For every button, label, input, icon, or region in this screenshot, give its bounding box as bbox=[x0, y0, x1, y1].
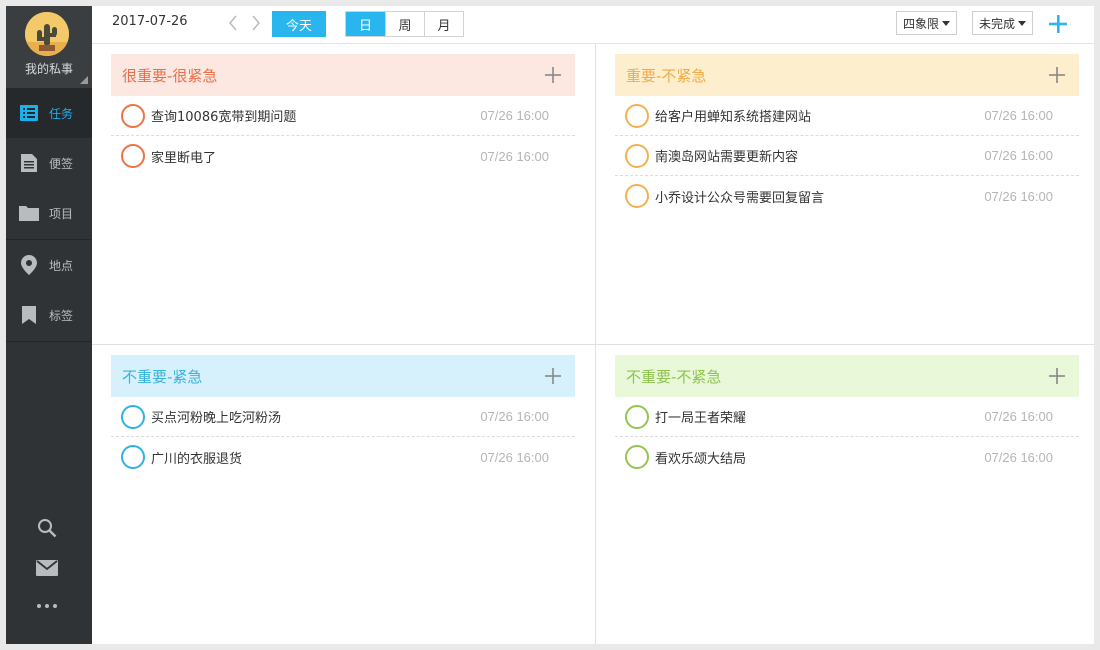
sidebar-item-label: 任务 bbox=[49, 106, 74, 121]
status-select-value: 未完成 bbox=[979, 16, 1016, 31]
next-day-button[interactable] bbox=[249, 13, 263, 33]
quadrant-header: 不重要-紧急 bbox=[111, 355, 575, 397]
toolbar: 2017-07-26 今天 日 周 月 四象限 未完成 bbox=[92, 6, 1094, 44]
sidebar-item-label: 便签 bbox=[49, 156, 74, 171]
task-row[interactable]: 查询10086宽带到期问题 07/26 16:00 bbox=[111, 96, 575, 136]
add-task-button[interactable] bbox=[1046, 12, 1070, 36]
folder-icon bbox=[18, 203, 40, 223]
task-title: 买点河粉晚上吃河粉汤 bbox=[151, 411, 282, 426]
status-select[interactable]: 未完成 bbox=[972, 11, 1034, 35]
quadrant-important-urgent: 很重要-很紧急 查询10086宽带到期问题 07/26 16:00 家里断电了 … bbox=[111, 54, 575, 176]
add-task-plus-icon[interactable] bbox=[1049, 368, 1065, 384]
quadrant-header: 重要-不紧急 bbox=[615, 54, 1079, 96]
sidebar: 我的私事 任务 便签 项目 地点 标签 bbox=[6, 6, 92, 644]
layout-select[interactable]: 四象限 bbox=[896, 11, 958, 35]
task-row[interactable]: 看欢乐颂大结局 07/26 16:00 bbox=[615, 437, 1079, 477]
task-time: 07/26 16:00 bbox=[480, 409, 549, 424]
caret-down-icon bbox=[1018, 20, 1027, 26]
quadrant-header: 不重要-不紧急 bbox=[615, 355, 1079, 397]
task-row[interactable]: 打一局王者荣耀 07/26 16:00 bbox=[615, 397, 1079, 437]
note-icon bbox=[18, 153, 40, 173]
quadrant-not-important-not-urgent: 不重要-不紧急 打一局王者荣耀 07/26 16:00 看欢乐颂大结局 07/2… bbox=[615, 355, 1079, 477]
task-time: 07/26 16:00 bbox=[984, 108, 1053, 123]
view-switcher: 日 周 月 bbox=[345, 11, 464, 37]
task-checkbox[interactable] bbox=[625, 445, 649, 469]
task-row[interactable]: 给客户用蝉知系统搭建网站 07/26 16:00 bbox=[615, 96, 1079, 136]
task-row[interactable]: 小乔设计公众号需要回复留言 07/26 16:00 bbox=[615, 176, 1079, 216]
view-month-button[interactable]: 月 bbox=[424, 12, 463, 36]
mail-icon[interactable] bbox=[33, 556, 61, 580]
task-title: 看欢乐颂大结局 bbox=[655, 451, 747, 467]
task-time: 07/26 16:00 bbox=[984, 148, 1053, 163]
chevron-right-icon bbox=[252, 15, 260, 31]
sidebar-item-tasks[interactable]: 任务 bbox=[6, 88, 92, 138]
sidebar-item-label: 项目 bbox=[49, 206, 74, 221]
task-title: 家里断电了 bbox=[151, 150, 217, 166]
sidebar-item-tags[interactable]: 标签 bbox=[6, 290, 92, 340]
quadrant-title: 不重要-紧急 bbox=[122, 367, 203, 386]
quadrant-important-not-urgent: 重要-不紧急 给客户用蝉知系统搭建网站 07/26 16:00 南澳岛网站需要更… bbox=[615, 54, 1079, 216]
location-pin-icon bbox=[18, 255, 40, 275]
add-task-plus-icon[interactable] bbox=[1049, 67, 1065, 83]
task-checkbox[interactable] bbox=[625, 404, 649, 429]
view-week-button[interactable]: 周 bbox=[385, 12, 424, 36]
quadrant-title: 重要-不紧急 bbox=[626, 66, 707, 85]
quadrant-title: 很重要-很紧急 bbox=[122, 66, 218, 85]
four-quadrant-board: 很重要-很紧急 查询10086宽带到期问题 07/26 16:00 家里断电了 … bbox=[92, 44, 1094, 644]
more-icon[interactable] bbox=[33, 594, 61, 618]
task-checkbox[interactable] bbox=[121, 404, 145, 429]
task-row[interactable]: 广川的衣服退货 07/26 16:00 bbox=[111, 437, 575, 477]
task-title: 小乔设计公众号需要回复留言 bbox=[655, 190, 825, 206]
task-time: 07/26 16:00 bbox=[984, 188, 1053, 204]
search-icon[interactable] bbox=[33, 516, 61, 540]
profile-dropdown-corner-icon bbox=[80, 76, 88, 84]
sidebar-item-label: 地点 bbox=[49, 258, 74, 273]
today-button[interactable]: 今天 bbox=[272, 11, 326, 37]
task-title: 给客户用蝉知系统搭建网站 bbox=[655, 110, 812, 125]
add-task-plus-icon[interactable] bbox=[545, 67, 561, 83]
sidebar-divider bbox=[6, 341, 92, 342]
quadrant-divider-horizontal bbox=[92, 344, 1094, 345]
task-row[interactable]: 南澳岛网站需要更新内容 07/26 16:00 bbox=[615, 136, 1079, 176]
sidebar-item-notes[interactable]: 便签 bbox=[6, 138, 92, 188]
sidebar-item-projects[interactable]: 项目 bbox=[6, 188, 92, 238]
task-checkbox[interactable] bbox=[121, 144, 145, 168]
task-row[interactable]: 买点河粉晚上吃河粉汤 07/26 16:00 bbox=[111, 397, 575, 437]
task-time: 07/26 16:00 bbox=[984, 409, 1053, 424]
current-date: 2017-07-26 bbox=[112, 14, 188, 29]
task-checkbox[interactable] bbox=[625, 143, 649, 168]
task-time: 07/26 16:00 bbox=[480, 108, 549, 123]
sidebar-item-label: 标签 bbox=[49, 308, 74, 323]
task-title: 南澳岛网站需要更新内容 bbox=[655, 150, 799, 165]
task-checkbox[interactable] bbox=[121, 445, 145, 469]
layout-select-value: 四象限 bbox=[903, 16, 940, 31]
task-list-icon bbox=[18, 103, 40, 123]
task-time: 07/26 16:00 bbox=[480, 449, 549, 465]
task-checkbox[interactable] bbox=[121, 103, 145, 128]
chevron-left-icon bbox=[229, 15, 237, 31]
task-title: 打一局王者荣耀 bbox=[655, 411, 747, 426]
task-time: 07/26 16:00 bbox=[984, 449, 1053, 465]
task-title: 查询10086宽带到期问题 bbox=[151, 110, 297, 125]
previous-day-button[interactable] bbox=[226, 13, 240, 33]
task-time: 07/26 16:00 bbox=[480, 148, 549, 164]
task-checkbox[interactable] bbox=[625, 184, 649, 208]
cactus-avatar-icon bbox=[25, 12, 69, 56]
profile-menu[interactable]: 我的私事 bbox=[6, 6, 92, 88]
quadrant-title: 不重要-不紧急 bbox=[626, 367, 722, 386]
task-row[interactable]: 家里断电了 07/26 16:00 bbox=[111, 136, 575, 176]
task-title: 广川的衣服退货 bbox=[151, 451, 243, 467]
add-task-plus-icon[interactable] bbox=[545, 368, 561, 384]
plus-icon bbox=[1049, 15, 1067, 33]
quadrant-header: 很重要-很紧急 bbox=[111, 54, 575, 96]
quadrant-not-important-urgent: 不重要-紧急 买点河粉晚上吃河粉汤 07/26 16:00 广川的衣服退货 07… bbox=[111, 355, 575, 477]
task-checkbox[interactable] bbox=[625, 103, 649, 128]
caret-down-icon bbox=[942, 20, 951, 26]
bookmark-icon bbox=[18, 305, 40, 325]
view-day-button[interactable]: 日 bbox=[346, 12, 385, 36]
sidebar-item-locations[interactable]: 地点 bbox=[6, 240, 92, 290]
app-window: 我的私事 任务 便签 项目 地点 标签 2017-07-26 今天 日 周 月 … bbox=[6, 6, 1094, 644]
profile-name: 我的私事 bbox=[24, 62, 73, 76]
